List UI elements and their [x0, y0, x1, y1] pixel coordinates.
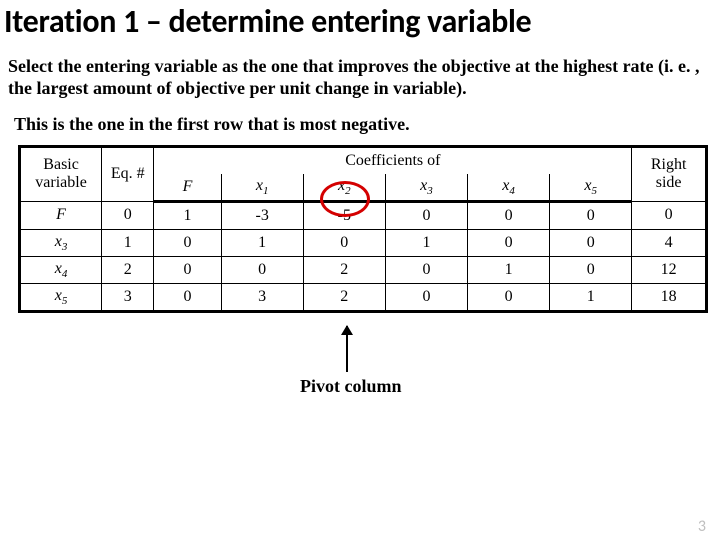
page-title: Iteration 1 – determine entering variabl… — [0, 4, 720, 41]
coef-header-F: F — [154, 174, 221, 202]
cell-val: 0 — [154, 256, 221, 283]
cell-val: 0 — [303, 229, 385, 256]
simplex-tableau: Basic variable Eq. # Coefficients of Rig… — [18, 145, 708, 313]
cell-val: 0 — [385, 256, 467, 283]
cell-val: 3 — [221, 283, 303, 311]
cell-rhs: 4 — [632, 229, 707, 256]
cell-val: 0 — [550, 201, 632, 229]
table-row: x3 1 0 1 0 1 0 0 4 — [20, 229, 707, 256]
cell-bv: x4 — [20, 256, 102, 283]
cell-val: 2 — [303, 256, 385, 283]
col-header-coefficients: Coefficients of — [154, 146, 632, 174]
table-row: F 0 1 -3 -5 0 0 0 0 — [20, 201, 707, 229]
cell-val: 0 — [385, 283, 467, 311]
cell-val: 0 — [468, 283, 550, 311]
cell-val: 1 — [221, 229, 303, 256]
cell-val: 0 — [468, 229, 550, 256]
cell-val: 2 — [303, 283, 385, 311]
page-number: 3 — [698, 517, 706, 536]
cell-val: 0 — [154, 229, 221, 256]
cell-eq: 3 — [102, 283, 154, 311]
pivot-column-label: Pivot column — [300, 376, 402, 397]
cell-rhs: 0 — [632, 201, 707, 229]
arrow-up-icon — [346, 326, 348, 372]
cell-val: 1 — [550, 283, 632, 311]
cell-val: 0 — [550, 229, 632, 256]
cell-val-highlight: -5 — [303, 201, 385, 229]
coef-header-x2: x2 — [303, 174, 385, 202]
cell-val: 1 — [154, 201, 221, 229]
subnote-text: This is the one in the first row that is… — [0, 114, 720, 135]
table-row: x5 3 0 3 2 0 0 1 18 — [20, 283, 707, 311]
cell-val: 0 — [468, 201, 550, 229]
cell-val: 0 — [221, 256, 303, 283]
cell-val: 1 — [468, 256, 550, 283]
cell-bv: x3 — [20, 229, 102, 256]
cell-eq: 1 — [102, 229, 154, 256]
cell-rhs: 18 — [632, 283, 707, 311]
cell-bv: x5 — [20, 283, 102, 311]
intro-text: Select the entering variable as the one … — [0, 55, 720, 100]
coef-header-x1: x1 — [221, 174, 303, 202]
coef-header-x5: x5 — [550, 174, 632, 202]
col-header-eq-number: Eq. # — [102, 146, 154, 201]
cell-val: 0 — [385, 201, 467, 229]
cell-bv: F — [20, 201, 102, 229]
coef-header-x4: x4 — [468, 174, 550, 202]
cell-val: 1 — [385, 229, 467, 256]
cell-val: -3 — [221, 201, 303, 229]
cell-val: 0 — [550, 256, 632, 283]
cell-rhs: 12 — [632, 256, 707, 283]
col-header-basic-variable: Basic variable — [20, 146, 102, 201]
cell-eq: 0 — [102, 201, 154, 229]
cell-eq: 2 — [102, 256, 154, 283]
coef-header-x3: x3 — [385, 174, 467, 202]
simplex-table: Basic variable Eq. # Coefficients of Rig… — [18, 145, 708, 313]
table-row: x4 2 0 0 2 0 1 0 12 — [20, 256, 707, 283]
col-header-right-side: Right side — [632, 146, 707, 201]
cell-val: 0 — [154, 283, 221, 311]
